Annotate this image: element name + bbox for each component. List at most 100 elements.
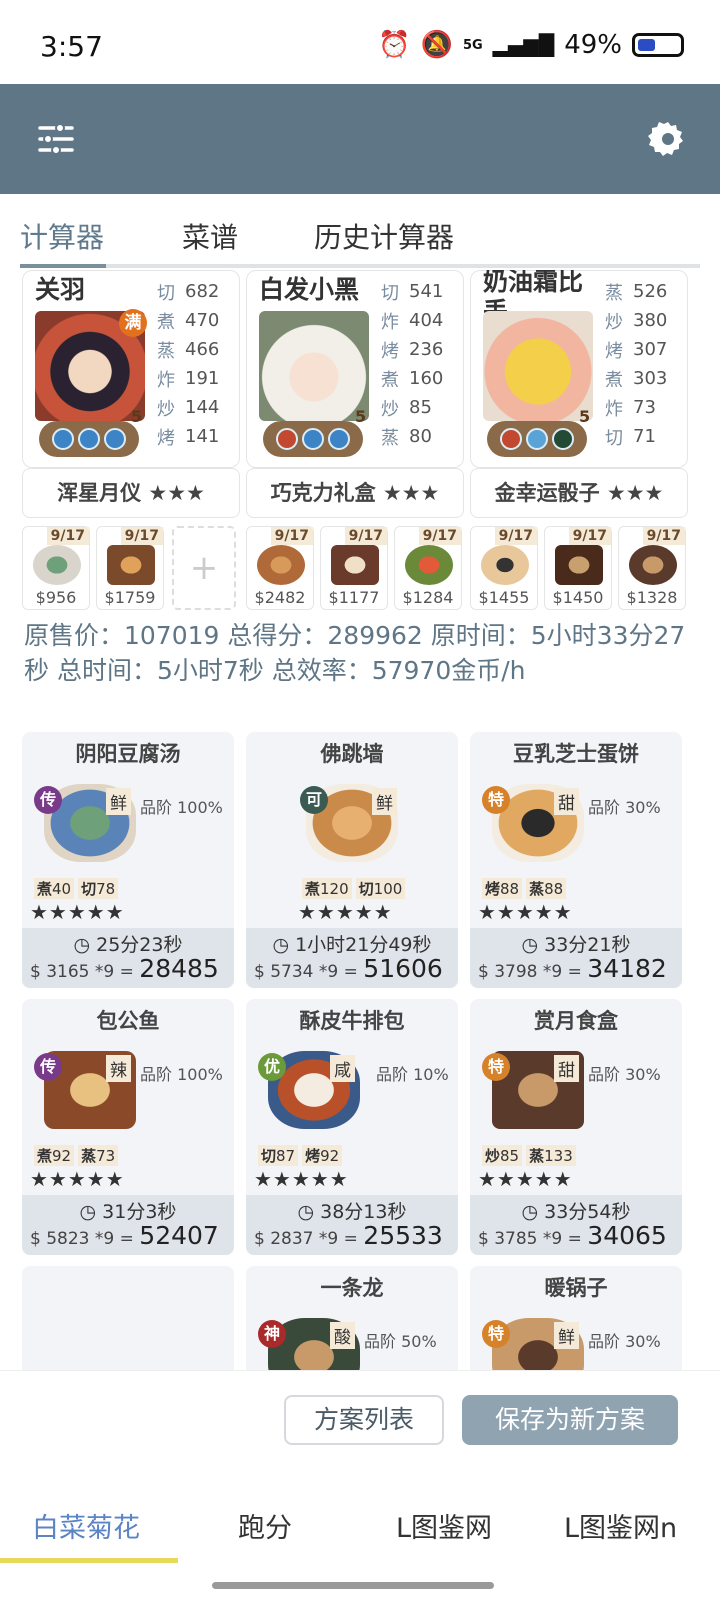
- status-bar: 3:57 ⏰ 🔕 5G ▂▄▆█ 49%: [0, 0, 720, 84]
- cook-time-value: 25分23秒: [96, 934, 183, 956]
- dish-count: 9/17: [568, 527, 611, 545]
- skill-tag: 烤92: [302, 1145, 343, 1166]
- dish-price: $1450: [552, 588, 604, 607]
- skill-slots[interactable]: [39, 421, 139, 457]
- recipe-card[interactable]: 豆乳芝士蛋饼 特 甜 品阶 30% 烤88 蒸88 ★★★★★ ◷ 33分21秒…: [470, 732, 682, 988]
- nav-item-score[interactable]: 跑分: [238, 1506, 292, 1545]
- skill-key: 煮: [305, 880, 321, 898]
- star-rating: ★★★★★: [30, 900, 125, 924]
- chef-card[interactable]: 白发小黑 5 切 541 炸 404 烤 236 煮 160 炒 85 蒸 80: [246, 270, 464, 468]
- skill-value: 100: [373, 880, 403, 898]
- dish-thumbnail[interactable]: 9/17 $1284: [394, 526, 462, 610]
- cook-time-value: 31分3秒: [102, 1201, 177, 1223]
- dish-price: $1328: [626, 588, 678, 607]
- recipe-name: 豆乳芝士蛋饼: [513, 742, 639, 766]
- dish-thumbnail[interactable]: 9/17 $956: [22, 526, 90, 610]
- dish-price: $1284: [402, 588, 454, 607]
- recipe-name: 佛跳墙: [320, 742, 384, 766]
- chef-stat: 蒸 526: [605, 277, 685, 306]
- nav-item-ltujian-n[interactable]: L图鉴网n: [564, 1506, 677, 1545]
- cook-time-value: 33分54秒: [544, 1201, 631, 1223]
- dish-count: 9/17: [46, 527, 89, 545]
- skill-slot[interactable]: [104, 428, 126, 450]
- dish-thumbnail[interactable]: 9/17 $1328: [618, 526, 686, 610]
- skill-slot[interactable]: [52, 428, 74, 450]
- skill-value: 92: [52, 1147, 72, 1165]
- recipe-card[interactable]: 包公鱼 传 辣 品阶 100% 煮92 蒸73 ★★★★★ ◷ 31分3秒 $ …: [22, 999, 234, 1255]
- dish-thumbnail[interactable]: 9/17 $1455: [470, 526, 538, 610]
- recipe-card[interactable]: 阴阳豆腐汤 传 鲜 品阶 100% 煮40 切78 ★★★★★ ◷ 25分23秒…: [22, 732, 234, 988]
- dish-price: $1455: [478, 588, 530, 607]
- plan-list-button[interactable]: 方案列表: [284, 1395, 444, 1445]
- rarity-badge: 可: [300, 786, 328, 814]
- total-price: 28485: [139, 954, 219, 983]
- skill-slot[interactable]: [276, 428, 298, 450]
- recipe-card-empty[interactable]: [22, 1266, 234, 1370]
- recipe-card[interactable]: 酥皮牛排包 优 咸 品阶 10% 切87 烤92 ★★★★★ ◷ 38分13秒 …: [246, 999, 458, 1255]
- recipe-name: 暖锅子: [544, 1276, 608, 1300]
- chef-card[interactable]: 关羽 满 5 切 682 煮 470 蒸 466 炸 191 炒 144 烤 141: [22, 270, 240, 468]
- nav-item-baicai[interactable]: 白菜菊花: [32, 1506, 140, 1545]
- stat-key: 炸: [381, 311, 399, 333]
- price-calc: $ 3785 *9 = 34065: [478, 1221, 667, 1250]
- skill-slots[interactable]: [487, 421, 587, 457]
- equipment-slot[interactable]: 巧克力礼盒 ★★★: [246, 468, 464, 518]
- skill-tag: 炒85: [482, 1145, 523, 1166]
- chef-stat: 烤 141: [157, 422, 237, 451]
- skill-slot[interactable]: [302, 428, 324, 450]
- dish-thumbnail[interactable]: 9/17 $2482: [246, 526, 314, 610]
- skill-slot[interactable]: [526, 428, 548, 450]
- recipe-card[interactable]: 赏月食盒 特 甜 品阶 30% 炒85 蒸133 ★★★★★ ◷ 33分54秒 …: [470, 999, 682, 1255]
- gear-icon[interactable]: [648, 119, 688, 159]
- total-price: 52407: [139, 1221, 219, 1250]
- stat-value: 470: [185, 310, 220, 331]
- chef-stat: 蒸 80: [381, 422, 461, 451]
- skill-tag: 切100: [355, 878, 406, 899]
- recipe-footer: ◷ 25分23秒 $ 3165 *9 = 28485: [22, 928, 234, 988]
- equipment-slot[interactable]: 浑星月仪 ★★★: [22, 468, 240, 518]
- chef-name: 关羽: [35, 275, 86, 304]
- filter-sliders-icon[interactable]: [36, 119, 76, 159]
- rarity-badge: 特: [482, 1053, 510, 1081]
- stat-key: 煮: [381, 369, 399, 391]
- dish-image: [481, 545, 529, 585]
- stat-key: 炒: [157, 398, 175, 420]
- dish-thumbnail[interactable]: 9/17 $1759: [96, 526, 164, 610]
- skill-slot[interactable]: [328, 428, 350, 450]
- skill-value: 133: [544, 1147, 573, 1165]
- add-dish-button[interactable]: +: [172, 526, 236, 610]
- dish-count: 9/17: [642, 527, 685, 545]
- equipment-slot[interactable]: 金幸运骰子 ★★★: [470, 468, 688, 518]
- recipe-name: 包公鱼: [96, 1009, 160, 1033]
- tab-history-calculator[interactable]: 历史计算器: [314, 216, 454, 256]
- save-new-plan-button[interactable]: 保存为新方案: [462, 1395, 678, 1445]
- stat-key: 切: [157, 282, 175, 304]
- recipe-card[interactable]: 暖锅子 特 鲜 品阶 30%: [470, 1266, 682, 1370]
- tab-divider: [20, 264, 700, 268]
- home-indicator[interactable]: [212, 1582, 494, 1589]
- chef-level: 5: [355, 407, 367, 426]
- recipe-card[interactable]: 佛跳墙 可 鲜 煮120 切100 ★★★★★ ◷ 1小时21分49秒 $ 57…: [246, 732, 458, 988]
- dish-thumbnail[interactable]: 9/17 $1177: [320, 526, 388, 610]
- quality-label: 品阶 100%: [140, 1065, 223, 1084]
- calculator-content[interactable]: 关羽 满 5 切 682 煮 470 蒸 466 炸 191 炒 144 烤 141 白发小…: [0, 270, 720, 1370]
- price-calc: $ 2837 *9 = 25533: [254, 1221, 443, 1250]
- skill-slot[interactable]: [500, 428, 522, 450]
- chef-card[interactable]: 奶油霜比丢 5 蒸526 炒380 烤307 煮303 炸73 切71: [470, 270, 688, 468]
- skill-slot[interactable]: [552, 428, 574, 450]
- dish-price: $2482: [254, 588, 306, 607]
- tab-calculator[interactable]: 计算器: [20, 216, 104, 256]
- recipe-card[interactable]: 一条龙 神 酸 品阶 50%: [246, 1266, 458, 1370]
- nav-item-ltujian[interactable]: L图鉴网: [396, 1506, 492, 1545]
- dish-thumbnail[interactable]: 9/17 $1450: [544, 526, 612, 610]
- skill-slot[interactable]: [78, 428, 100, 450]
- taste-tag: 咸: [330, 1055, 355, 1082]
- tab-recipes[interactable]: 菜谱: [182, 216, 238, 256]
- skill-slots[interactable]: [263, 421, 363, 457]
- total-price: 25533: [363, 1221, 443, 1250]
- chef-level: 5: [131, 407, 143, 426]
- clock-icon: ◷: [272, 934, 296, 956]
- total-price: 51606: [363, 954, 443, 983]
- multiplier: *9: [94, 1229, 115, 1249]
- skill-value: 85: [500, 1147, 520, 1165]
